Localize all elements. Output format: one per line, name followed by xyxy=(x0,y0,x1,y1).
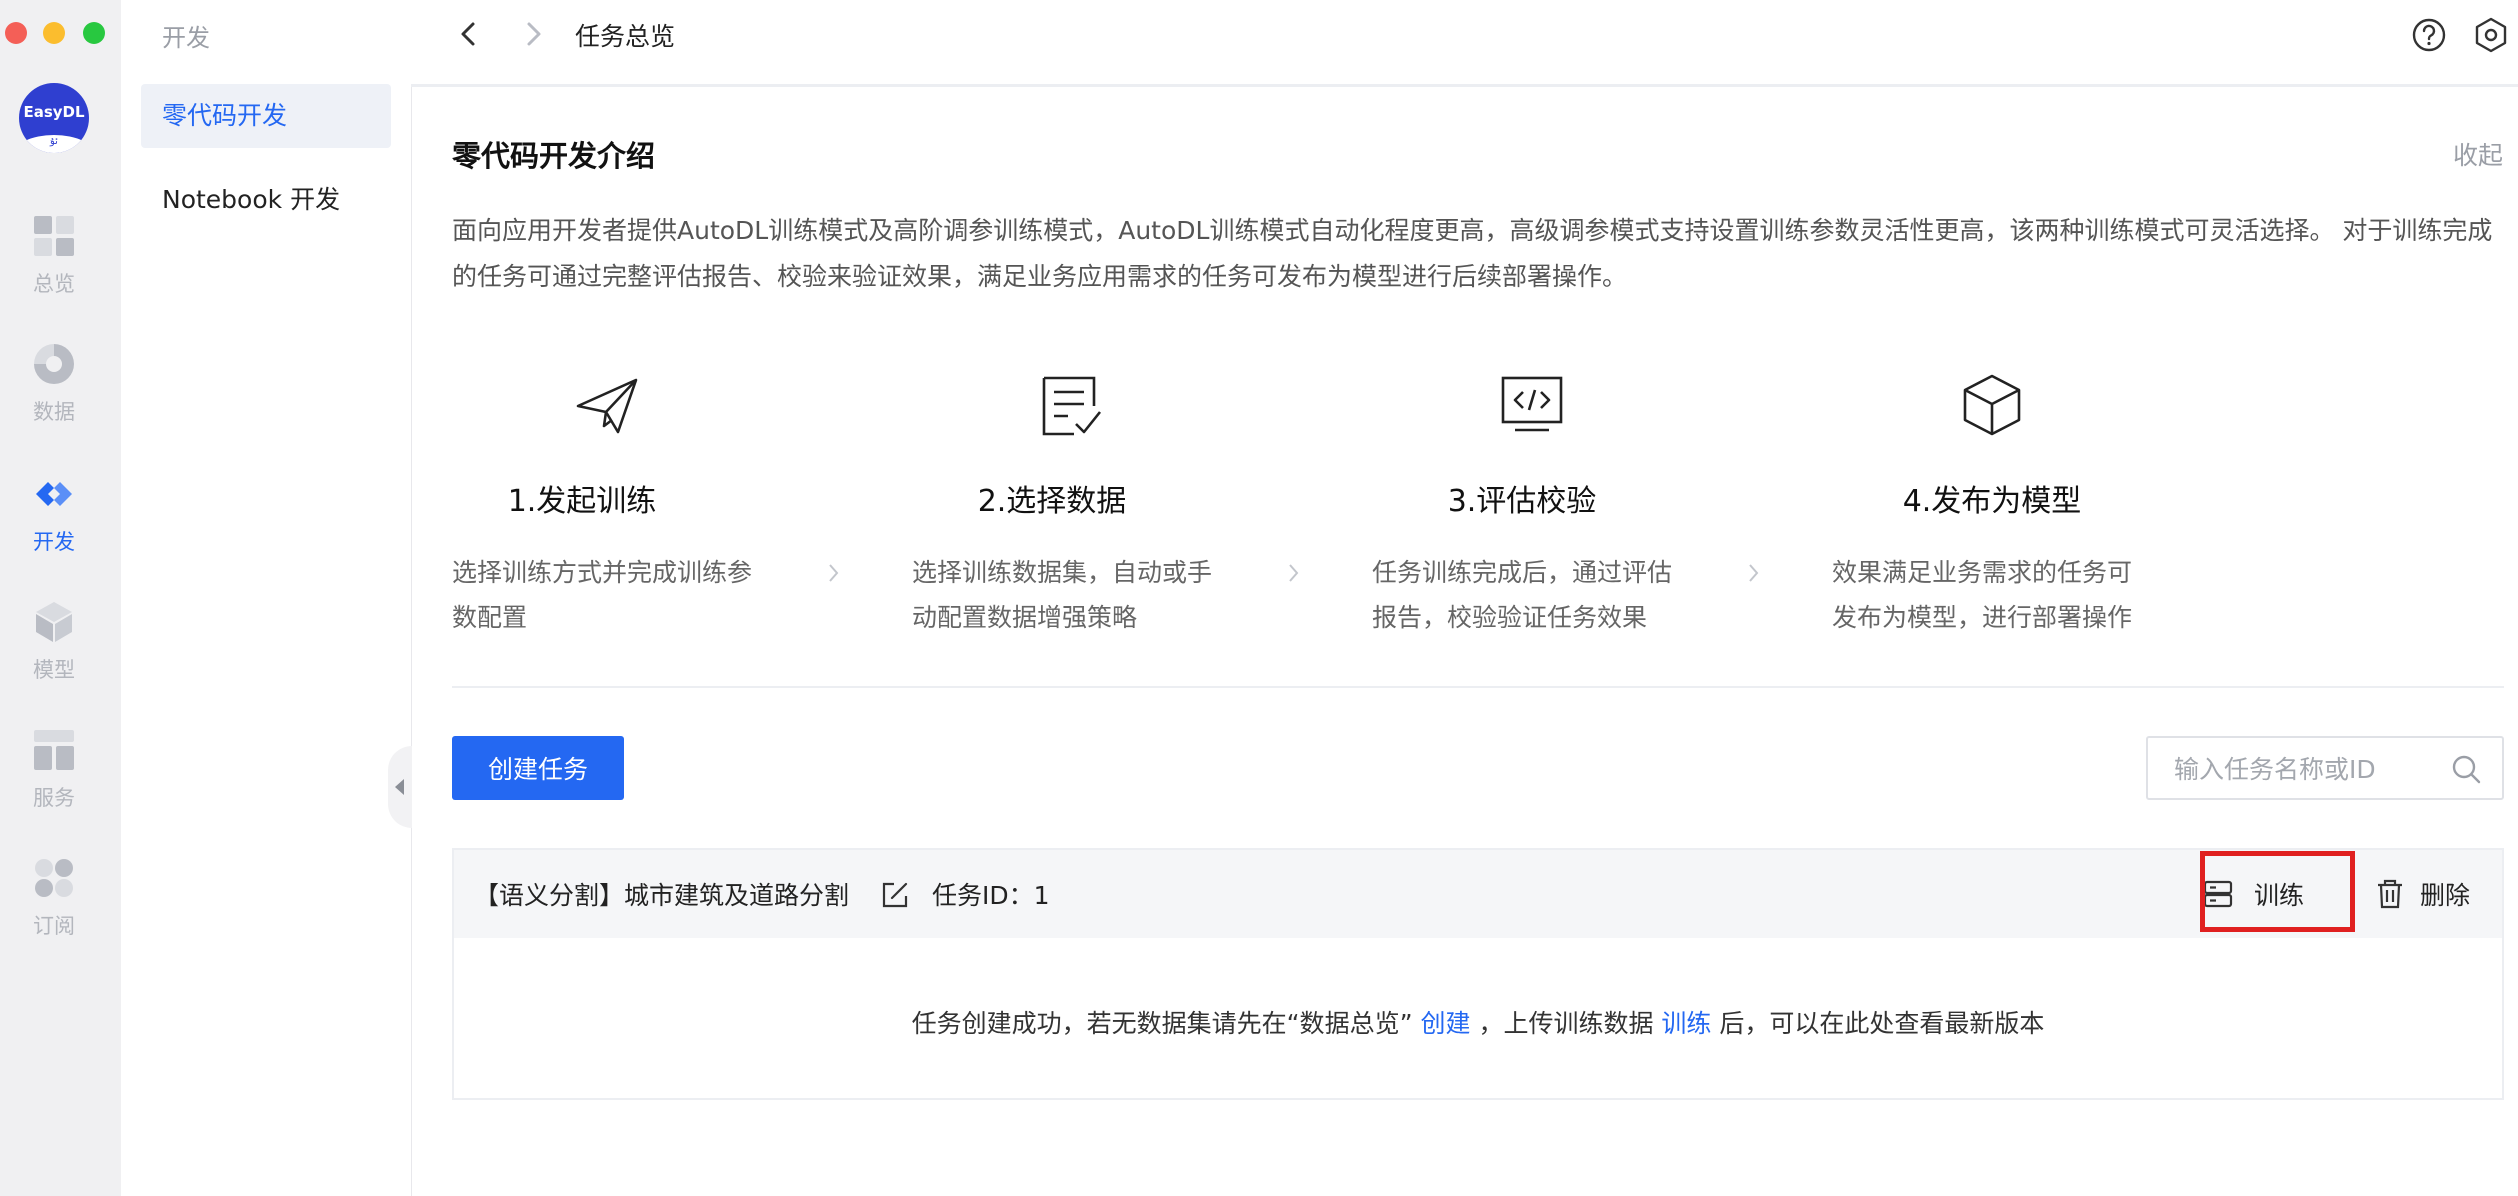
rail-item-label: 开发 xyxy=(33,530,75,554)
chevron-left-icon[interactable] xyxy=(455,14,483,54)
task-empty-message: 任务创建成功，若无数据集请先在“数据总览” 创建 ，上传训练数据 训练 后，可以… xyxy=(911,1009,2045,1038)
sidebar-collapse-handle[interactable] xyxy=(388,746,412,828)
intro-description: 面向应用开发者提供AutoDL训练模式及高阶调参训练模式，AutoDL训练模式自… xyxy=(452,216,2493,291)
rail-item-data[interactable]: 数据 xyxy=(0,342,108,426)
step-description: 任务训练完成后，通过评估 报告，校验验证任务效果 xyxy=(1372,558,1673,632)
collapse-intro-link[interactable]: 收起 xyxy=(2453,136,2503,172)
train-link[interactable]: 训练 xyxy=(1661,1009,1711,1038)
code-monitor-icon xyxy=(1501,376,1563,432)
task-search-box[interactable] xyxy=(2146,736,2504,800)
window-close-button[interactable] xyxy=(5,22,27,44)
develop-subnav: 开发 零代码开发 Notebook 开发 xyxy=(121,0,412,1196)
task-card: 【语义分割】城市建筑及道路分割 任务ID：1 训练 删除 任务创建成功，若无数据… xyxy=(452,848,2504,1100)
breadcrumb: 任务总览 xyxy=(575,22,676,51)
code-brackets-icon xyxy=(36,482,72,506)
step-description: 效果满足业务需求的任务可 发布为模型，进行部署操作 xyxy=(1832,558,2133,632)
easydl-logo: EasyDL ﺋﯘ xyxy=(19,83,89,153)
train-label: 训练 xyxy=(2254,881,2305,910)
cube-outline-icon xyxy=(1963,374,2021,436)
rail-item-model[interactable]: 模型 xyxy=(0,600,108,684)
create-dataset-link[interactable]: 创建 xyxy=(1420,1009,1470,1038)
cube-icon xyxy=(36,602,72,642)
task-name: 【语义分割】城市建筑及道路分割 xyxy=(474,881,850,910)
app-rail: EasyDL ﺋﯘ 总览 数据 开发 模型 服务 订阅 xyxy=(0,0,121,1196)
rail-item-overview[interactable]: 总览 xyxy=(0,214,108,298)
step-title: 2.选择数据 xyxy=(977,484,1127,519)
subnav-item-zero-code[interactable]: 零代码开发 xyxy=(141,84,391,148)
settings-hexagon-icon[interactable] xyxy=(2472,16,2510,54)
rail-item-develop[interactable]: 开发 xyxy=(0,472,108,556)
rail-item-subscribe[interactable]: 订阅 xyxy=(0,856,108,940)
step-title: 4.发布为模型 xyxy=(1902,484,2082,519)
top-bar: 任务总览 xyxy=(411,0,2518,87)
delete-label: 删除 xyxy=(2420,881,2471,910)
checklist-document-icon xyxy=(1042,376,1102,436)
layout-panels-icon xyxy=(34,730,74,770)
edit-icon[interactable] xyxy=(880,880,910,910)
step-title: 1.发起训练 xyxy=(507,484,657,519)
rail-item-label: 数据 xyxy=(33,400,75,424)
window-maximize-button[interactable] xyxy=(83,22,105,44)
step-title: 3.评估校验 xyxy=(1447,484,1597,519)
paper-plane-icon xyxy=(576,378,638,434)
task-id: 任务ID：1 xyxy=(932,881,1050,910)
server-icon xyxy=(2203,880,2233,908)
rail-item-service[interactable]: 服务 xyxy=(0,728,108,812)
rail-item-label: 总览 xyxy=(33,272,75,296)
help-icon[interactable] xyxy=(2410,16,2448,54)
step-description: 选择训练数据集，自动或手 动配置数据增强策略 xyxy=(912,558,1213,632)
rail-item-label: 模型 xyxy=(33,658,75,682)
subnav-item-notebook[interactable]: Notebook 开发 xyxy=(141,168,391,232)
search-icon[interactable] xyxy=(2450,753,2482,785)
subscribe-icon xyxy=(35,859,73,897)
chevron-right-icon xyxy=(1749,564,1759,582)
collapse-left-icon xyxy=(395,779,404,795)
rail-item-label: 订阅 xyxy=(33,914,75,938)
trash-icon xyxy=(2378,879,2402,909)
section-divider xyxy=(452,686,2504,688)
dashboard-grid-icon xyxy=(34,216,74,256)
intro-title: 零代码开发介绍 xyxy=(452,139,656,173)
logo-mark: ﺋﯘ xyxy=(50,136,58,147)
subnav-title: 开发 xyxy=(162,24,210,52)
step-description: 选择训练方式并完成训练参 数配置 xyxy=(452,558,753,632)
task-search-input[interactable] xyxy=(2172,738,2446,800)
task-card-header: 【语义分割】城市建筑及道路分割 任务ID：1 训练 删除 xyxy=(454,850,2502,938)
chevron-right-icon xyxy=(829,564,839,582)
logo-text: EasyDL xyxy=(23,103,85,121)
create-task-button[interactable]: 创建任务 xyxy=(452,736,624,800)
window-minimize-button[interactable] xyxy=(43,22,65,44)
pie-chart-icon xyxy=(34,344,74,384)
chevron-right-icon[interactable] xyxy=(519,14,547,54)
chevron-right-icon xyxy=(1289,564,1299,582)
rail-item-label: 服务 xyxy=(33,786,75,810)
